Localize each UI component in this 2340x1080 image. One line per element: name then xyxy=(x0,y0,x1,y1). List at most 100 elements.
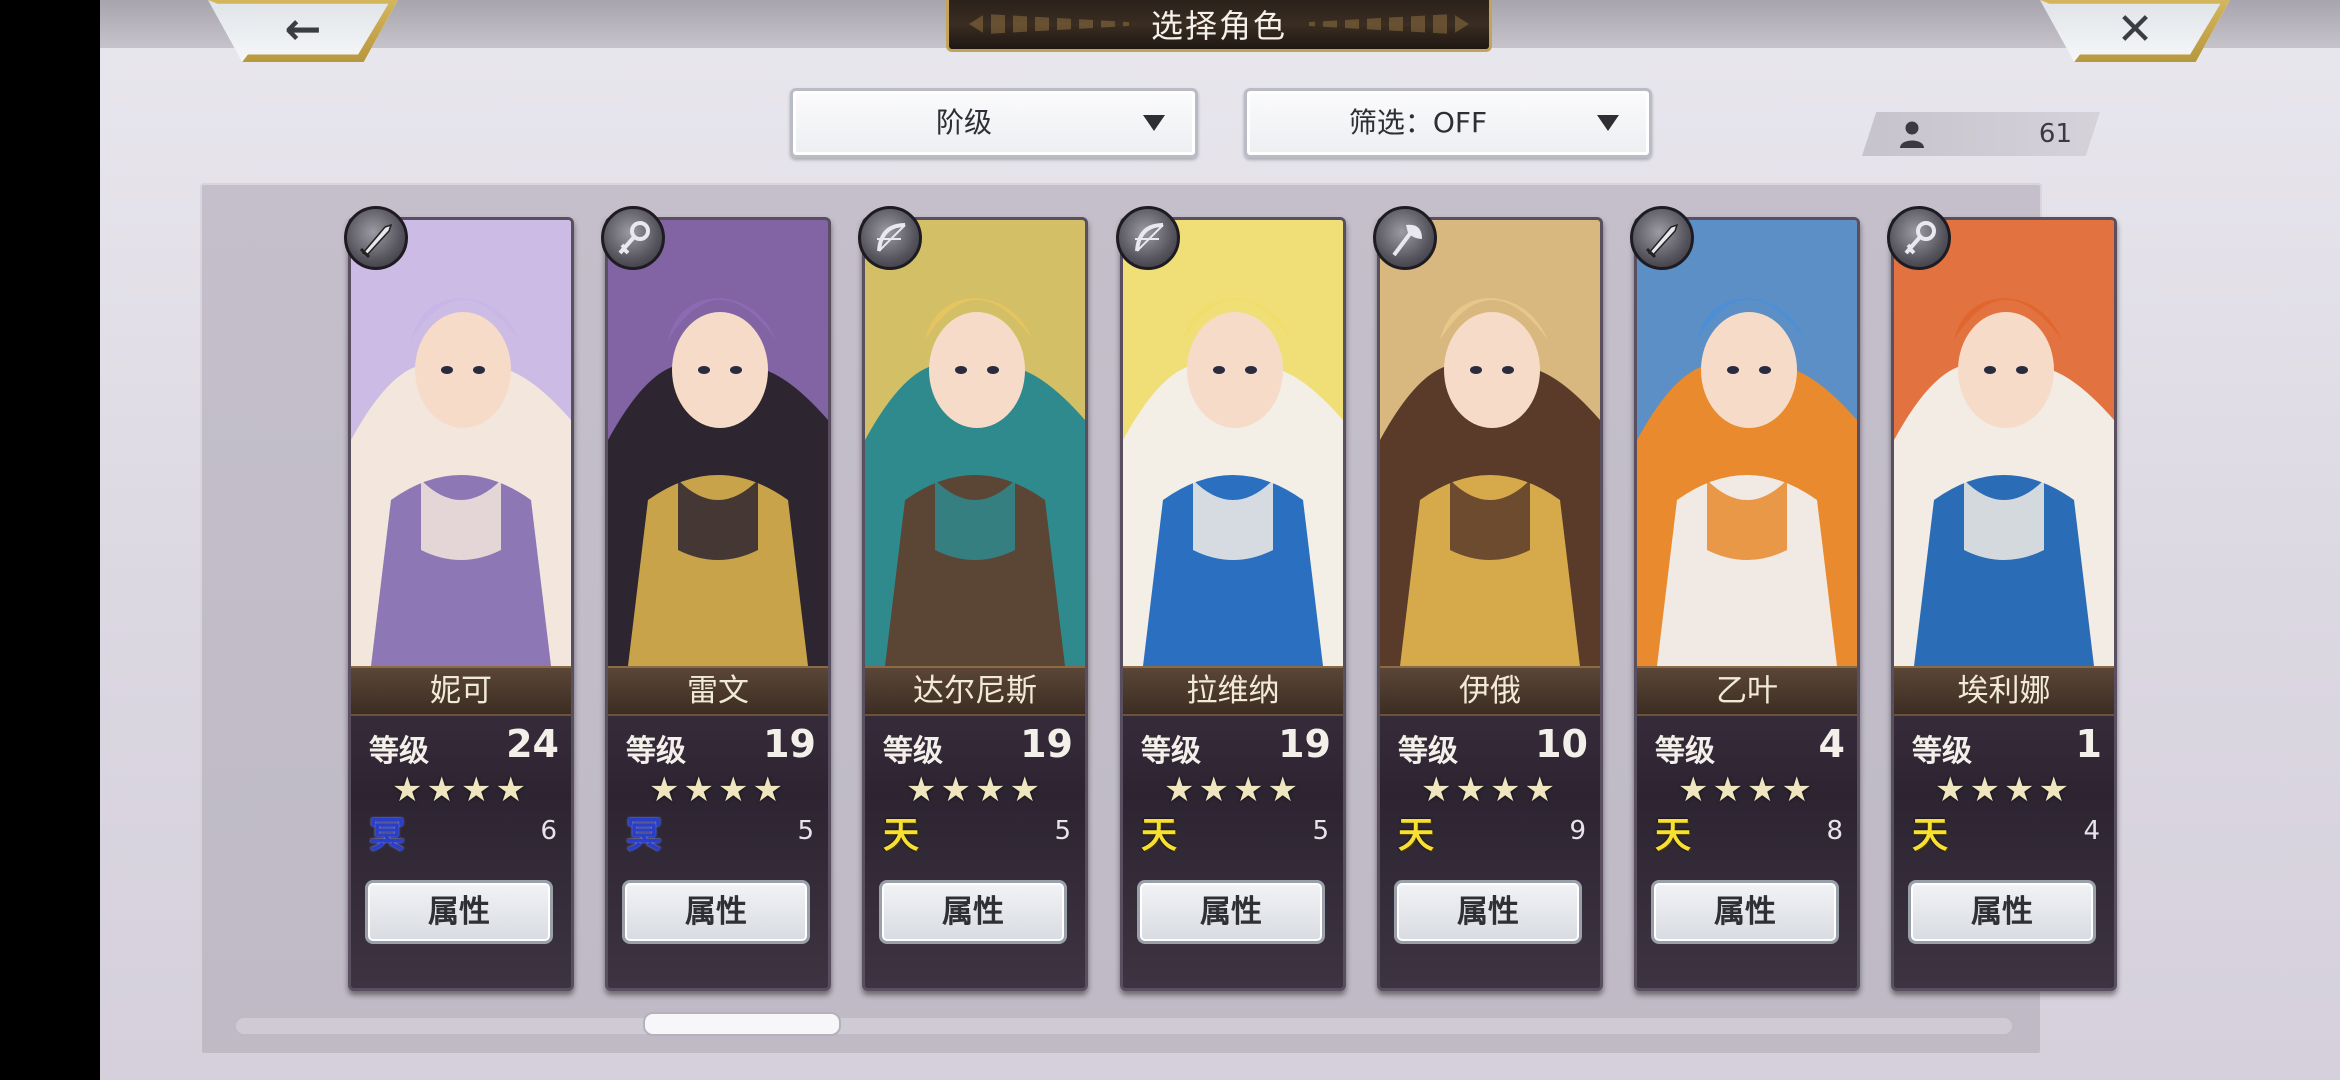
sort-rank-dropdown[interactable]: 阶级 xyxy=(790,88,1198,158)
character-card[interactable]: 妮可 等级 24 ★★★★ 冥 6 属性 xyxy=(348,217,574,991)
level-label: 等级 xyxy=(1912,734,1972,769)
character-name: 乙叶 xyxy=(1716,673,1778,709)
character-card[interactable]: 达尔尼斯 等级 19 ★★★★ 天 5 属性 xyxy=(862,217,1088,991)
character-name-bar: 拉维纳 xyxy=(1123,666,1343,716)
level-value: 4 xyxy=(1818,722,1845,766)
character-info: 伊俄 等级 10 ★★★★ 天 9 属性 xyxy=(1380,666,1600,988)
character-portrait-art xyxy=(1380,220,1600,666)
character-name-bar: 伊俄 xyxy=(1380,666,1600,716)
character-info: 妮可 等级 24 ★★★★ 冥 6 属性 xyxy=(351,666,571,988)
attributes-button-label: 属性 xyxy=(1200,894,1262,930)
attributes-button-label: 属性 xyxy=(1971,894,2033,930)
back-button[interactable]: ← xyxy=(208,0,398,62)
back-arrow-icon: ← xyxy=(284,4,322,55)
rank-count: 5 xyxy=(1054,816,1071,846)
character-info: 拉维纳 等级 19 ★★★★ 天 5 属性 xyxy=(1123,666,1343,988)
chevron-down-icon xyxy=(1597,115,1619,131)
character-card[interactable]: 伊俄 等级 10 ★★★★ 天 9 属性 xyxy=(1377,217,1603,991)
level-value: 24 xyxy=(506,722,559,766)
axe-icon xyxy=(1373,206,1437,270)
filter-dropdown[interactable]: 筛选：OFF xyxy=(1244,88,1652,158)
character-portrait[interactable] xyxy=(608,220,828,666)
character-card[interactable]: 乙叶 等级 4 ★★★★ 天 8 属性 xyxy=(1634,217,1860,991)
attributes-button[interactable]: 属性 xyxy=(879,880,1067,944)
rank-count: 5 xyxy=(797,816,814,846)
character-name: 雷文 xyxy=(687,673,749,709)
character-portrait[interactable] xyxy=(865,220,1085,666)
level-label: 等级 xyxy=(626,734,686,769)
level-value: 10 xyxy=(1535,722,1588,766)
horizontal-scrollbar-thumb[interactable] xyxy=(643,1012,841,1036)
key-icon xyxy=(1887,206,1951,270)
rank-badge-icon: 天 xyxy=(1911,815,1948,856)
level-label: 等级 xyxy=(1141,734,1201,769)
rank-count: 9 xyxy=(1569,816,1586,846)
character-info: 埃利娜 等级 1 ★★★★ 天 4 属性 xyxy=(1894,666,2114,988)
chevron-down-icon xyxy=(1143,115,1165,131)
left-black-bar xyxy=(0,0,100,1080)
character-info: 达尔尼斯 等级 19 ★★★★ 天 5 属性 xyxy=(865,666,1085,988)
attributes-button-label: 属性 xyxy=(1714,894,1776,930)
character-portrait[interactable] xyxy=(351,220,571,666)
close-button[interactable]: ✕ xyxy=(2040,0,2230,62)
level-label: 等级 xyxy=(369,734,429,769)
character-portrait-art xyxy=(1637,220,1857,666)
roster-count: 61 xyxy=(1862,112,2100,156)
character-portrait[interactable] xyxy=(1123,220,1343,666)
star-rating: ★★★★ xyxy=(1164,770,1302,810)
rank-count: 8 xyxy=(1826,816,1843,846)
character-name: 达尔尼斯 xyxy=(913,673,1037,709)
level-value: 19 xyxy=(763,722,816,766)
character-card[interactable]: 拉维纳 等级 19 ★★★★ 天 5 属性 xyxy=(1120,217,1346,991)
rank-badge-icon: 冥 xyxy=(368,815,405,856)
level-value: 1 xyxy=(2075,722,2102,766)
star-rating: ★★★★ xyxy=(649,770,787,810)
rank-count: 5 xyxy=(1312,816,1329,846)
sword-icon xyxy=(344,206,408,270)
level-label: 等级 xyxy=(1655,734,1715,769)
rank-badge-icon: 冥 xyxy=(625,815,662,856)
star-rating: ★★★★ xyxy=(906,770,1044,810)
attributes-button[interactable]: 属性 xyxy=(1137,880,1325,944)
rank-badge-icon: 天 xyxy=(1140,815,1177,856)
level-label: 等级 xyxy=(1398,734,1458,769)
rank-count: 4 xyxy=(2083,816,2100,846)
attributes-button[interactable]: 属性 xyxy=(1908,880,2096,944)
attributes-button[interactable]: 属性 xyxy=(622,880,810,944)
level-value: 19 xyxy=(1020,722,1073,766)
horizontal-scrollbar-track[interactable] xyxy=(236,1018,2012,1034)
close-icon: ✕ xyxy=(2116,4,2154,55)
character-portrait-art xyxy=(1123,220,1343,666)
attributes-button-label: 属性 xyxy=(428,894,490,930)
character-portrait[interactable] xyxy=(1380,220,1600,666)
character-info: 乙叶 等级 4 ★★★★ 天 8 属性 xyxy=(1637,666,1857,988)
rank-badge-icon: 天 xyxy=(1654,815,1691,856)
level-label: 等级 xyxy=(883,734,943,769)
character-name-bar: 埃利娜 xyxy=(1894,666,2114,716)
attributes-button[interactable]: 属性 xyxy=(365,880,553,944)
character-portrait-art xyxy=(608,220,828,666)
character-portrait[interactable] xyxy=(1894,220,2114,666)
level-value: 19 xyxy=(1278,722,1331,766)
attributes-button-label: 属性 xyxy=(1457,894,1519,930)
attributes-button[interactable]: 属性 xyxy=(1394,880,1582,944)
character-info: 雷文 等级 19 ★★★★ 冥 5 属性 xyxy=(608,666,828,988)
star-rating: ★★★★ xyxy=(1935,770,2073,810)
character-card[interactable]: 雷文 等级 19 ★★★★ 冥 5 属性 xyxy=(605,217,831,991)
character-portrait-art xyxy=(1894,220,2114,666)
character-name: 妮可 xyxy=(430,673,492,709)
title-plate: 选择角色 xyxy=(946,0,1492,52)
attributes-button-label: 属性 xyxy=(942,894,1004,930)
character-name-bar: 乙叶 xyxy=(1637,666,1857,716)
character-name-bar: 达尔尼斯 xyxy=(865,666,1085,716)
character-portrait[interactable] xyxy=(1637,220,1857,666)
character-card[interactable]: 埃利娜 等级 1 ★★★★ 天 4 属性 xyxy=(1891,217,2117,991)
character-name: 埃利娜 xyxy=(1957,673,2051,709)
filter-label: 筛选：OFF xyxy=(1348,106,1488,139)
attributes-button-label: 属性 xyxy=(685,894,747,930)
page-title: 选择角色 xyxy=(1150,7,1287,45)
character-portrait-art xyxy=(351,220,571,666)
character-name: 拉维纳 xyxy=(1186,673,1280,709)
attributes-button[interactable]: 属性 xyxy=(1651,880,1839,944)
rank-badge-icon: 天 xyxy=(882,815,919,856)
